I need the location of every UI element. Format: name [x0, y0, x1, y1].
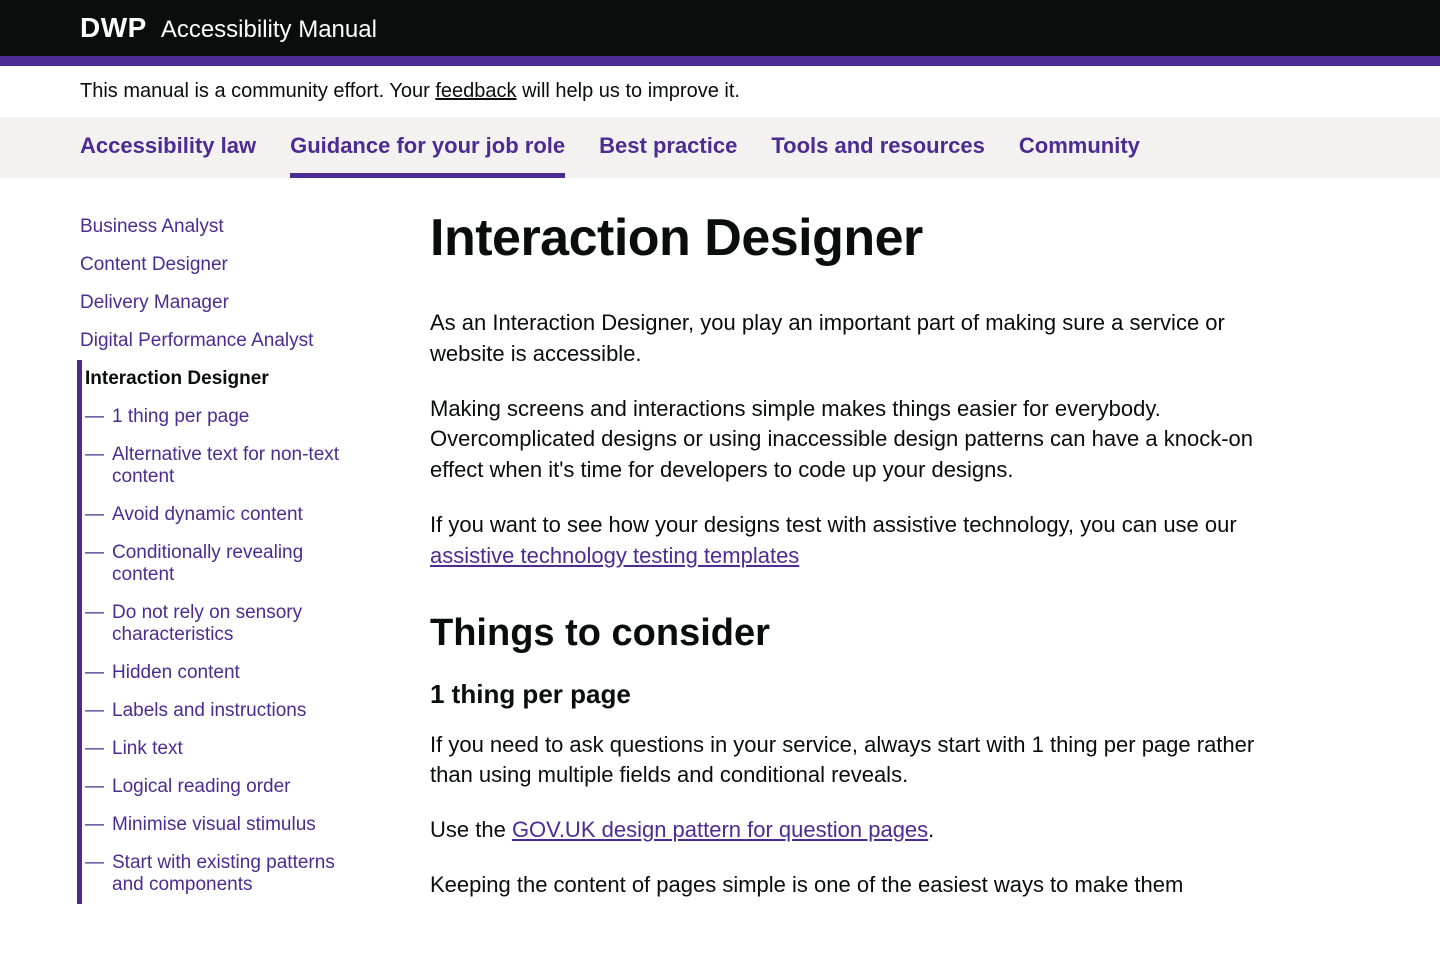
intro-paragraph-3: If you want to see how your designs test… [430, 510, 1260, 572]
sidebar-sublist: Interaction Designer —1 thing per page —… [77, 360, 370, 904]
feedback-link[interactable]: feedback [435, 80, 516, 102]
intro-paragraph-1: As an Interaction Designer, you play an … [430, 308, 1260, 370]
main-content: Interaction Designer As an Interaction D… [430, 208, 1260, 925]
sidebar-sub-minimise-visual-stimulus[interactable]: —Minimise visual stimulus [85, 806, 370, 844]
sidebar-role-delivery-manager[interactable]: Delivery Manager [80, 284, 370, 322]
top-header: DWP Accessibility Manual [0, 0, 1440, 56]
nav-accessibility-law[interactable]: Accessibility law [80, 117, 256, 178]
feedback-notice: This manual is a community effort. Your … [0, 66, 1440, 117]
sidebar-sub-avoid-dynamic[interactable]: —Avoid dynamic content [85, 496, 370, 534]
site-title[interactable]: Accessibility Manual [161, 16, 377, 44]
dash-icon: — [85, 662, 104, 684]
dash-icon: — [85, 406, 104, 428]
sidebar-role-interaction-designer[interactable]: Interaction Designer [85, 360, 370, 398]
nav-best-practice[interactable]: Best practice [599, 117, 737, 178]
one-thing-per-page-heading: 1 thing per page [430, 679, 1260, 710]
sidebar-role-content-designer[interactable]: Content Designer [80, 246, 370, 284]
nav-tools-resources[interactable]: Tools and resources [771, 117, 985, 178]
sidebar-sub-sensory[interactable]: —Do not rely on sensory characteristics [85, 594, 370, 654]
sidebar-sub-conditionally-revealing[interactable]: —Conditionally revealing content [85, 534, 370, 594]
things-to-consider-heading: Things to consider [430, 612, 1260, 655]
one-thing-paragraph-1: If you need to ask questions in your ser… [430, 730, 1260, 792]
sidebar-sub-labels-instructions[interactable]: —Labels and instructions [85, 692, 370, 730]
nav-guidance-job-role[interactable]: Guidance for your job role [290, 117, 565, 178]
sidebar-role-digital-performance-analyst[interactable]: Digital Performance Analyst [80, 322, 370, 360]
dash-icon: — [85, 444, 104, 488]
dash-icon: — [85, 700, 104, 722]
dash-icon: — [85, 776, 104, 798]
assistive-tech-templates-link[interactable]: assistive technology testing templates [430, 543, 799, 568]
primary-nav-list: Accessibility law Guidance for your job … [80, 117, 1360, 178]
brand-accent-strip [0, 56, 1440, 66]
sidebar-sub-1-thing-per-page[interactable]: —1 thing per page [85, 398, 370, 436]
dash-icon: — [85, 738, 104, 760]
sidebar-sub-existing-patterns[interactable]: —Start with existing patterns and compon… [85, 844, 370, 904]
sidebar-role-business-analyst[interactable]: Business Analyst [80, 208, 370, 246]
page-title: Interaction Designer [430, 208, 1260, 268]
dash-icon: — [85, 814, 104, 836]
dash-icon: — [85, 542, 104, 586]
one-thing-paragraph-3: Keeping the content of pages simple is o… [430, 870, 1260, 901]
sidebar-sub-alt-text[interactable]: —Alternative text for non-text content [85, 436, 370, 496]
brand-logo[interactable]: DWP [80, 12, 147, 44]
page-layout: Business Analyst Content Designer Delive… [0, 178, 1440, 925]
dash-icon: — [85, 602, 104, 646]
intro-paragraph-2: Making screens and interactions simple m… [430, 394, 1260, 486]
primary-nav: Accessibility law Guidance for your job … [0, 117, 1440, 178]
govuk-pattern-link[interactable]: GOV.UK design pattern for question pages [512, 817, 928, 842]
one-thing-paragraph-2: Use the GOV.UK design pattern for questi… [430, 815, 1260, 846]
dash-icon: — [85, 504, 104, 526]
sidebar-sub-hidden-content[interactable]: —Hidden content [85, 654, 370, 692]
sidebar-sub-logical-reading-order[interactable]: —Logical reading order [85, 768, 370, 806]
notice-text-prefix: This manual is a community effort. Your [80, 80, 435, 102]
dash-icon: — [85, 852, 104, 896]
side-nav: Business Analyst Content Designer Delive… [80, 208, 370, 925]
sidebar-sub-link-text[interactable]: —Link text [85, 730, 370, 768]
notice-text-suffix: will help us to improve it. [517, 80, 740, 102]
nav-community[interactable]: Community [1019, 117, 1140, 178]
